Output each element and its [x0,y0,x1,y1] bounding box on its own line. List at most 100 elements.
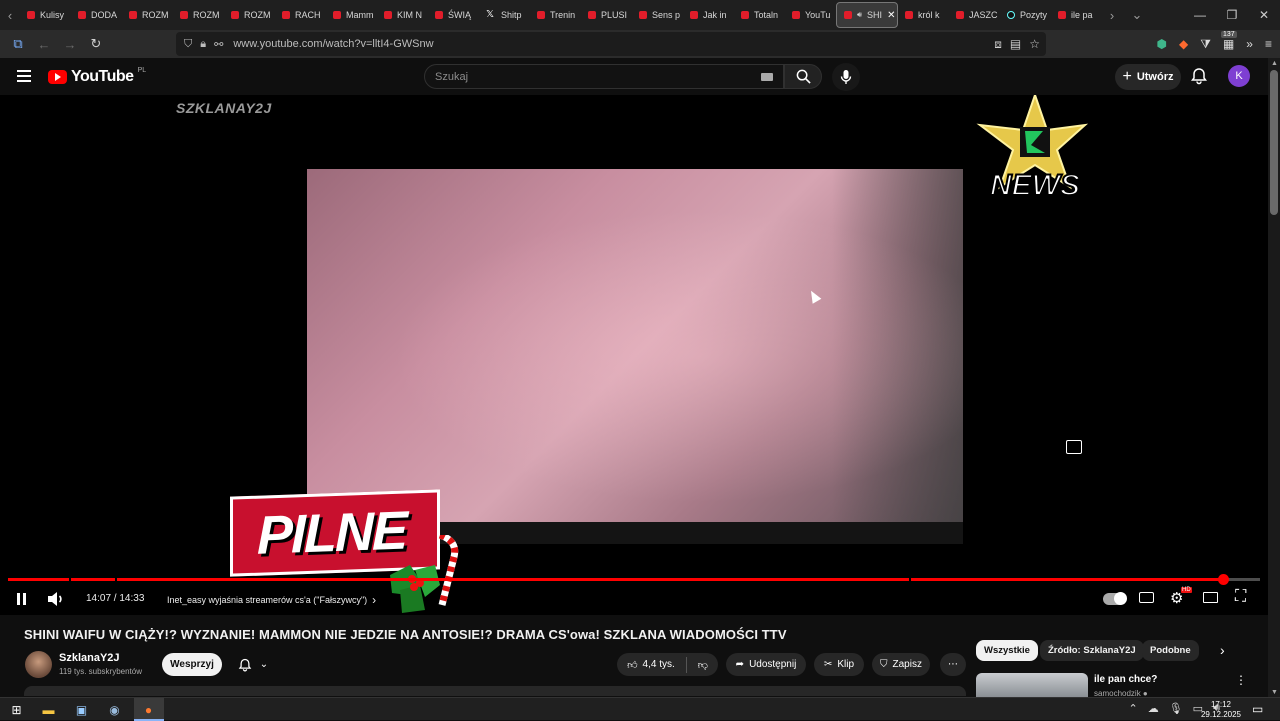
address-bar[interactable]: ⛉ 🔒︎ ⚯ www.youtube.com/watch?v=lltI4-GWS… [176,32,1046,56]
volume-icon[interactable] [47,591,65,607]
browser-tab[interactable]: ile pa [1051,2,1102,28]
tray-overflow-icon[interactable]: ⌃ [1128,702,1137,715]
steam-icon[interactable]: ◉ [106,701,123,718]
browser-tab[interactable]: król k [898,2,949,28]
account-avatar[interactable]: K [1228,65,1250,87]
control-panel-icon[interactable]: ▣ [73,701,90,718]
tab-scroll-right-icon[interactable]: › [1102,0,1122,30]
shield-icon[interactable]: ⛉ [184,38,192,51]
recommendation-more-icon[interactable]: ⋮ [1235,673,1247,687]
seek-bar-handle[interactable] [1218,574,1229,585]
browser-tab[interactable]: YouTu [785,2,836,28]
taskbar-clock[interactable]: 17:12 29.12.2025 [1196,700,1246,720]
picture-in-picture-icon[interactable]: ⧈ [994,37,1002,52]
chips-next-icon[interactable]: › [1220,642,1225,658]
tab-list-dropdown-icon[interactable]: ⌄ [1122,0,1152,30]
browser-tab[interactable]: DODA [71,2,122,28]
app-menu-icon[interactable]: ≡ [1265,37,1272,51]
reload-icon[interactable]: ↻ [84,32,108,56]
browser-tab[interactable]: ŚWIĄ [428,2,479,28]
search-input[interactable]: Szukaj [424,64,784,89]
browser-tab[interactable]: ROZM [173,2,224,28]
lock-icon[interactable]: 🔒︎ [200,38,206,51]
create-button[interactable]: + Utwórz [1115,64,1181,90]
miniplayer-icon[interactable] [1066,440,1082,454]
chip-all[interactable]: Wszystkie [976,640,1038,661]
speaker-icon[interactable]: 🔊︎ [857,10,862,20]
browser-tab[interactable]: ROZM [224,2,275,28]
browser-tab[interactable]: Jak in [683,2,734,28]
recommendation-title[interactable]: ile pan chce? [1094,674,1157,685]
browser-tab[interactable]: PLUSI [581,2,632,28]
channel-name[interactable]: SzklanaY2J [59,652,120,664]
bookmark-star-icon[interactable]: ☆ [1029,37,1040,52]
scroll-up-icon[interactable]: ▲ [1271,60,1278,67]
page-scrollbar[interactable]: ▲ ▼ [1268,58,1280,698]
chip-related[interactable]: Podobne [1142,640,1199,661]
browser-tab[interactable]: RACH [275,2,326,28]
keyboard-icon[interactable] [761,73,773,81]
close-window-icon[interactable]: ✕ [1248,8,1280,22]
browser-tab[interactable]: Sens p [632,2,683,28]
share-button[interactable]: ➦ Udostępnij [726,653,806,676]
file-explorer-icon[interactable]: ▬ [40,701,57,718]
recommendation-thumbnail[interactable] [976,673,1088,697]
youtube-logo[interactable]: YouTube PL [48,67,146,86]
tab-overview-icon[interactable]: ⧉ [6,32,30,56]
channel-avatar[interactable] [25,651,52,678]
vpn-extension-icon[interactable]: ⬢ [1157,37,1167,51]
subtitles-icon[interactable] [1139,592,1154,603]
chapter-title-button[interactable]: Inet_easy wyjaśnia streamerów cs'a ("Fał… [167,593,376,607]
site-permissions-icon[interactable]: ⚯ [214,38,223,51]
theater-mode-icon[interactable] [1203,592,1218,603]
thumbs-up-icon[interactable]: 👍︎ [627,659,637,671]
seek-bar[interactable] [8,574,1260,585]
browser-tab[interactable]: 𝕏 Shitp [479,2,530,28]
tab-scroll-left-icon[interactable]: ‹ [0,0,20,30]
windows-start-icon[interactable]: ⊞ [8,701,25,718]
fullscreen-icon[interactable]: ⛶ [1235,588,1246,606]
extensions-puzzle-icon[interactable]: ⧩ [1200,37,1211,52]
subscription-notifications-button[interactable]: ⌄ [228,653,278,676]
forward-icon[interactable]: → [58,32,82,56]
minimize-icon[interactable]: — [1184,8,1216,22]
pause-icon[interactable] [15,592,27,606]
close-tab-icon[interactable]: ✕ [887,10,895,21]
notifications-center-icon[interactable]: ▭ [1252,702,1263,716]
extension-counter-icon[interactable]: ▦ 137 [1220,31,1237,51]
browser-tab[interactable]: KIM N [377,2,428,28]
save-button[interactable]: ⛉ Zapisz [872,653,930,676]
hamburger-menu-icon[interactable] [17,70,31,82]
chip-source[interactable]: Źródło: SzklanaY2J [1040,640,1144,661]
description-box[interactable] [24,686,966,696]
voice-search-button[interactable] [832,63,860,91]
video-frame[interactable] [307,169,963,544]
onedrive-icon[interactable]: ☁ [1148,702,1159,715]
video-player[interactable]: SZKLANAY2J NEWS PILNE 14:07 / 14:33 Inet… [0,95,1268,615]
firefox-icon[interactable]: ● [140,701,157,718]
fox-extension-icon[interactable]: ◆ [1179,37,1188,51]
url-text[interactable]: www.youtube.com/watch?v=lltI4-GWSnw [233,38,433,50]
browser-tab[interactable]: Trenin [530,2,581,28]
browser-tab[interactable]: Mamm [326,2,377,28]
reader-view-icon[interactable]: ▤ [1010,37,1021,52]
browser-tab[interactable]: ROZM [122,2,173,28]
scrollbar-thumb[interactable] [1270,70,1278,215]
notifications-bell-icon[interactable] [1190,67,1208,85]
like-count[interactable]: 4,4 tys. [643,659,675,670]
microphone-tray-icon[interactable]: 🎙︎ [1169,702,1183,715]
browser-tab[interactable]: Totaln [734,2,785,28]
browser-tab[interactable]: JASZC [949,2,1000,28]
browser-tab-active[interactable]: 🔊︎ SHI ✕ [836,2,898,28]
browser-tab[interactable]: Pozyty [1000,2,1051,28]
more-actions-button[interactable]: ⋯ [940,653,966,676]
clip-button[interactable]: ✂ Klip [814,653,864,676]
scroll-down-icon[interactable]: ▼ [1271,689,1278,696]
autoplay-toggle[interactable] [1103,592,1127,605]
support-button[interactable]: Wesprzyj [162,653,222,676]
overflow-chevron-icon[interactable]: » [1246,37,1253,51]
browser-tab[interactable]: Kulisy [20,2,71,28]
thumbs-down-icon[interactable]: 👎︎ [698,659,708,671]
restore-icon[interactable]: ❐ [1216,8,1248,22]
back-icon[interactable]: ← [32,32,56,56]
